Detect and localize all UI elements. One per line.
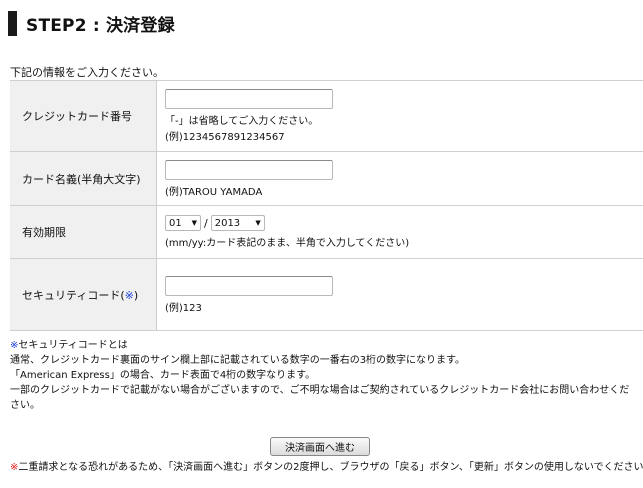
intro-text: 下記の情報をご入力ください。 (10, 66, 164, 79)
warning-text: 二重請求となる恐れがあるため、「決済画面へ進む」ボタンの2度押し、ブラウザの「戻… (18, 462, 643, 473)
security-code-label-end: ) (133, 288, 139, 302)
card-name-cell: (例)TAROU YAMADA (156, 151, 643, 206)
expiry-row: 有効期限 01 ▼ / 2013 ▼ (mm/yy:カード表記のまま、半角で入力… (10, 205, 643, 259)
expiry-selects: 01 ▼ / 2013 ▼ (165, 215, 643, 231)
notes-heading: ※セキュリティコードとは (10, 338, 630, 353)
payment-form-table: クレジットカード番号 「-」は省略してご入力ください。 (例)123456789… (10, 80, 643, 331)
expiry-year-select[interactable]: 2013 ▼ (210, 215, 265, 231)
expiry-month-select[interactable]: 01 ▼ (165, 215, 201, 231)
header-bar (8, 10, 17, 36)
notes-line-2: 「American Express」の場合、カード表面で4桁の数字なります。 (10, 370, 316, 381)
expiry-month-value: 01 (169, 217, 182, 229)
notes-heading-text: セキュリティコードとは (18, 340, 128, 351)
expiry-label: 有効期限 (10, 205, 157, 259)
card-number-row: クレジットカード番号 「-」は省略してご入力ください。 (例)123456789… (10, 80, 643, 152)
card-name-row: カード名義(半角大文字) (例)TAROU YAMADA (10, 151, 643, 206)
security-code-notes: ※セキュリティコードとは 通常、クレジットカード裏面のサイン欄上部に記載されてい… (10, 338, 630, 413)
expiry-cell: 01 ▼ / 2013 ▼ (mm/yy:カード表記のまま、半角で入力してくださ… (156, 205, 643, 259)
security-code-label-text: セキュリティコード( (22, 288, 125, 302)
security-code-cell: (例)123 (156, 258, 643, 331)
security-code-example: (例)123 (165, 302, 202, 314)
card-name-label: カード名義(半角大文字) (10, 151, 157, 206)
double-submit-warning: ※二重請求となる恐れがあるため、「決済画面へ進む」ボタンの2度押し、ブラウザの「… (10, 458, 643, 473)
expiry-year-value: 2013 (214, 217, 241, 229)
security-code-note-mark: ※ (124, 288, 134, 302)
page-title: STEP2 : 決済登録 (26, 15, 175, 36)
notes-line-1: 通常、クレジットカード裏面のサイン欄上部に記載されている数字の一番右の3桁の数字… (10, 355, 466, 366)
expiry-hint: (mm/yy:カード表記のまま、半角で入力してください) (165, 238, 410, 249)
card-number-cell: 「-」は省略してご入力ください。 (例)1234567891234567 (156, 80, 643, 152)
security-code-label: セキュリティコード(※) (10, 258, 157, 331)
proceed-to-payment-button[interactable]: 決済画面へ進む (270, 437, 370, 456)
chevron-down-icon: ▼ (255, 219, 261, 227)
security-code-input[interactable] (165, 275, 333, 296)
security-code-row: セキュリティコード(※) (例)123 (10, 258, 643, 331)
card-number-input[interactable] (165, 89, 333, 109)
card-number-example: (例)1234567891234567 (165, 132, 285, 143)
page-header: STEP2 : 決済登録 (8, 10, 175, 36)
card-name-input[interactable] (165, 159, 333, 180)
card-name-example: (例)TAROU YAMADA (165, 186, 263, 198)
card-number-label: クレジットカード番号 (10, 80, 157, 152)
notes-line-3: 一部のクレジットカードで記載がない場合がございますので、ご不明な場合はご契約され… (10, 385, 630, 411)
chevron-down-icon: ▼ (191, 219, 197, 227)
card-number-hint: 「-」は省略してご入力ください。 (165, 116, 319, 127)
expiry-separator: / (204, 216, 208, 230)
